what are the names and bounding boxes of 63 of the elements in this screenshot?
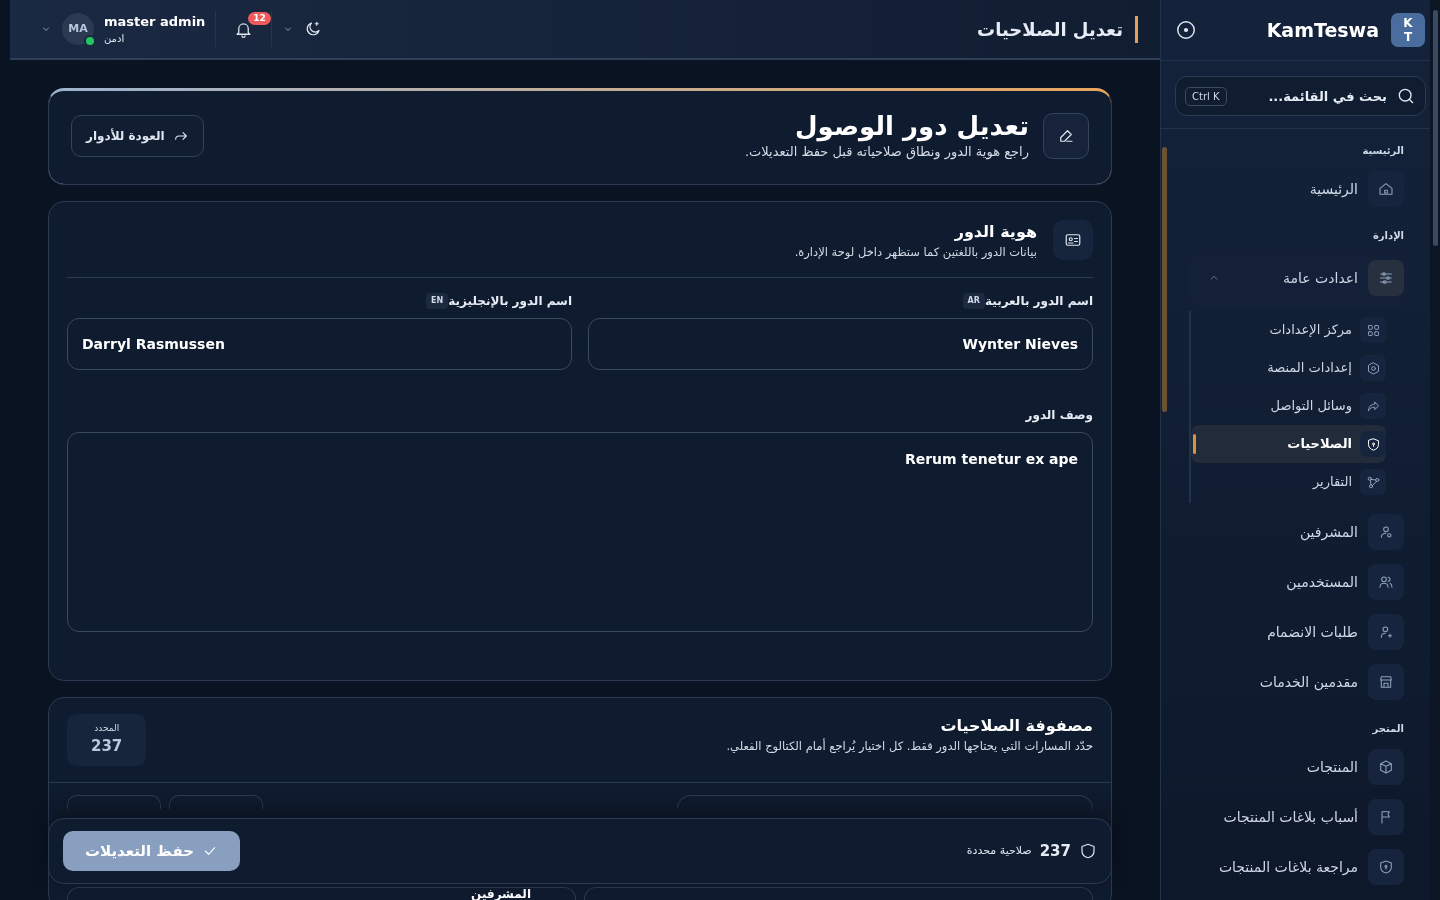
shield-icon	[1365, 436, 1381, 452]
scrollbar-thumb[interactable]	[1432, 10, 1438, 246]
hero-subtitle: راجع هوية الدور ونطاق صلاحياته قبل حفظ التعديلات.	[744, 143, 1029, 162]
back-button[interactable]: العودة للأدوار	[71, 115, 204, 158]
sidebar-subitem[interactable]: إعدادات المنصة	[1191, 349, 1386, 387]
language-tag: EN	[426, 292, 449, 309]
sidebar-item[interactable]: الرئيسية	[1189, 164, 1404, 214]
brand-name: KamTeswa	[1266, 17, 1379, 43]
section-title: الرئيسية	[1361, 144, 1404, 158]
field-label: وصف الدور	[1024, 406, 1093, 424]
sidebar-subitem[interactable]: وسائل التواصل	[1191, 387, 1386, 425]
sidebar-item[interactable]: المستخدمين	[1189, 557, 1404, 607]
name-input[interactable]: Darryl Rasmussen	[67, 317, 572, 370]
user-role: ادمن	[104, 32, 125, 47]
shield-icon	[1079, 842, 1097, 860]
card-subtitle: بيانات الدور باللغتين كما ستظهر داخل لوحة الإدارة.	[794, 243, 1037, 261]
user-avatar[interactable]: MA	[62, 13, 94, 45]
sidebar-item[interactable]: مراجعة بلاغات المنتجات	[1189, 842, 1404, 892]
users-icon	[1378, 574, 1394, 590]
name-input[interactable]: Wynter Nieves	[588, 317, 1093, 370]
card-title: هوية الدور	[953, 220, 1037, 243]
page-title: تعديل الصلاحيات	[977, 15, 1138, 43]
notification-count: 12	[248, 11, 271, 25]
section-title: الإدارة	[1371, 229, 1404, 243]
sidebar-subitem[interactable]: الصلاحيات	[1191, 425, 1386, 463]
search-icon	[1396, 86, 1416, 106]
sidebar-item[interactable]: طلبات الانضمام	[1189, 607, 1404, 657]
shield-icon	[1378, 859, 1394, 875]
sidebar-item[interactable]: المشرفين	[1189, 507, 1404, 557]
sidebar-toggle-button[interactable]	[1175, 19, 1197, 41]
hexagon-icon	[1365, 360, 1381, 376]
home-icon	[1378, 181, 1394, 197]
nodes-icon	[1365, 474, 1381, 490]
shortcut-hint: Ctrl K	[1185, 87, 1227, 106]
sidebar-subitem[interactable]: التقارير	[1191, 463, 1386, 501]
sidebar-subitem[interactable]: مركز الإعدادات	[1191, 311, 1386, 349]
user-icon	[1378, 524, 1394, 540]
sidebar-item[interactable]: المنتجات	[1189, 742, 1404, 792]
sidebar-item[interactable]: مقدمين الخدمات	[1189, 657, 1404, 707]
card-subtitle: حدّد المسارات التي يحتاجها الدور فقط. كل اختيار يُراجع أمام الكتالوج الفعلي.	[726, 737, 1093, 755]
selected-count: 237	[1039, 840, 1071, 862]
sidebar-item[interactable]: أسباب بلاغات المنتجات	[1189, 792, 1404, 842]
language-tag: AR	[962, 292, 985, 309]
selected-count-label: صلاحية محددة	[966, 842, 1032, 859]
field-label: اسم الدور بالعربية	[984, 292, 1093, 310]
brand-logo: K T	[1391, 13, 1425, 47]
field-label: اسم الدور بالإنجليزية	[448, 292, 572, 310]
scrollbar-thumb[interactable]	[1162, 147, 1167, 412]
section-title: المتجر	[1371, 722, 1404, 736]
hero-title: تعديل دور الوصول	[794, 111, 1029, 143]
counter-label: المحدد	[93, 721, 121, 735]
store-icon	[1378, 674, 1394, 690]
counter-value: 237	[91, 736, 123, 758]
sliders-icon	[1378, 270, 1394, 286]
theme-toggle-button[interactable]	[304, 20, 323, 38]
group-title: المشرفين	[471, 887, 531, 900]
box-icon	[1378, 759, 1394, 775]
card-title: مصفوفة الصلاحيات	[939, 714, 1093, 737]
description-textarea[interactable]: Rerum tenetur ex ape	[67, 431, 1093, 632]
sidebar-item[interactable]: اعدادت عامة	[1195, 253, 1404, 303]
user-name: master admin	[104, 12, 206, 31]
user-plus-icon	[1378, 624, 1394, 640]
grid-icon	[1365, 322, 1381, 338]
